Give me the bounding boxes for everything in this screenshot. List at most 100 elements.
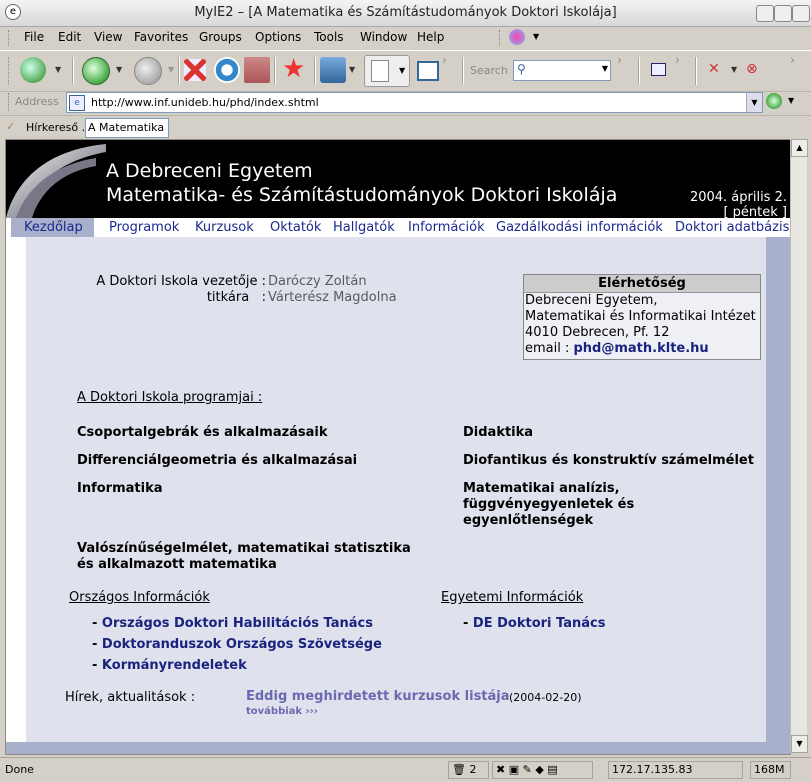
chevron-right-icon[interactable]: › <box>675 53 680 67</box>
link-kormanyrendeletek[interactable]: Kormányrendeletek <box>102 658 247 673</box>
menu-favorites[interactable]: Favorites <box>134 30 188 44</box>
menu-window[interactable]: Window <box>360 30 407 44</box>
program-diofantikus[interactable]: Diofantikus és konstruktív számelmélet <box>463 453 754 468</box>
link-doktoranduszok[interactable]: Doktoranduszok Országos Szövetsége <box>102 637 382 652</box>
close-tab-icon[interactable]: ✕ <box>708 61 720 77</box>
chevron-down-icon[interactable]: ▼ <box>602 64 608 73</box>
menu-edit[interactable]: Edit <box>58 30 81 44</box>
site-nav: Kezdőlap Programok Kurzusok Oktatók Hall… <box>6 218 790 237</box>
chevron-right-icon[interactable]: › <box>442 53 447 67</box>
nav-hallgatok[interactable]: Hallgatók <box>333 220 395 235</box>
chevron-down-icon[interactable]: ▼ <box>731 65 737 74</box>
main-toolbar: ▼ ▼ ▼ ★ ▼ ▼ › Search ⚲ ▼ › › ✕ ▼ ⊗ › <box>0 50 811 92</box>
search-input[interactable]: ⚲ ▼ <box>513 60 611 81</box>
chevron-down-icon[interactable]: ▼ <box>788 96 794 105</box>
national-links: - Országos Doktori Habilitációs Tanács -… <box>92 613 382 676</box>
menu-help[interactable]: Help <box>417 30 444 44</box>
menu-view[interactable]: View <box>94 30 122 44</box>
program-analizis-line2: függvényegyenletek és <box>463 497 635 512</box>
chevron-down-icon[interactable]: ▼ <box>746 93 762 112</box>
page-header: A Debreceni Egyetem Matematika- és Számí… <box>6 140 790 220</box>
font-size-icon[interactable] <box>320 57 346 83</box>
chevron-down-icon[interactable]: ▼ <box>55 65 61 74</box>
news-date: (2004-02-20) <box>509 691 582 704</box>
nav-informaciok[interactable]: Információk <box>408 220 485 235</box>
flower-icon[interactable] <box>509 29 525 45</box>
scroll-down-icon[interactable]: ▼ <box>791 735 808 753</box>
link-habilitacios[interactable]: Országos Doktori Habilitációs Tanács <box>102 616 373 631</box>
university-links: - DE Doktori Tanács <box>463 613 605 634</box>
refresh-icon[interactable] <box>214 57 240 83</box>
menu-file[interactable]: File <box>24 30 44 44</box>
new-tab-icon[interactable] <box>20 57 46 83</box>
contact-box: Elérhetőség Debreceni Egyetem, Matematik… <box>523 274 761 360</box>
page-side-strip <box>766 237 790 742</box>
scroll-up-icon[interactable]: ▲ <box>791 139 808 157</box>
program-csoportalgebrak[interactable]: Csoportalgebrák és alkalmazásaik <box>77 425 328 440</box>
header-date-text: 2004. április 2. <box>689 190 787 205</box>
contact-line2: Matematikai és Informatikai Intézet <box>525 309 756 324</box>
link-de-doktori-tanacs[interactable]: DE Doktori Tanács <box>473 616 606 631</box>
page-icon[interactable]: ▤ <box>547 763 557 776</box>
chevron-down-icon[interactable]: ▼ <box>116 65 122 74</box>
nav-kezdolap[interactable]: Kezdőlap <box>24 220 83 235</box>
trash-cell[interactable]: 🗑 2 <box>448 761 489 779</box>
new-window-icon[interactable] <box>417 61 439 81</box>
chevron-down-icon[interactable]: ▼ <box>533 32 539 41</box>
popup-icon[interactable] <box>651 63 666 76</box>
close-button[interactable] <box>792 5 810 22</box>
window-title: MyIE2 – [A Matematika és Számítástudomán… <box>194 5 617 20</box>
popup-block-icon[interactable]: ✖ <box>496 763 505 776</box>
vertical-scrollbar[interactable]: ▲ ▼ <box>790 139 808 753</box>
nav-oktatok[interactable]: Oktatók <box>270 220 321 235</box>
stop-icon[interactable] <box>184 59 206 81</box>
back-icon[interactable] <box>82 57 110 85</box>
contact-line1: Debreceni Egyetem, <box>525 293 658 308</box>
program-didaktika[interactable]: Didaktika <box>463 425 533 440</box>
favorites-star-icon[interactable]: ★ <box>282 55 305 83</box>
maximize-button[interactable] <box>774 5 792 22</box>
chevron-down-icon: ▼ <box>399 66 406 75</box>
memory-usage: 168M <box>750 761 791 779</box>
more-link[interactable]: továbbiak ››› <box>246 706 318 717</box>
trash-icon: 🗑 <box>452 763 466 776</box>
close-all-icon[interactable]: ⊗ <box>746 61 758 77</box>
tab-active[interactable]: A Matematika ... <box>85 118 169 152</box>
program-valoszinuseg[interactable]: Valószínűségelmélet, matematikai statisz… <box>77 541 411 573</box>
resize-grip[interactable] <box>792 761 805 777</box>
news-link[interactable]: Eddig meghirdetett kurzusok listája <box>246 689 510 704</box>
nav-doktori-adatbazis[interactable]: Doktori adatbázis <box>675 220 789 235</box>
contact-title: Elérhetőség <box>524 275 760 293</box>
chevron-down-icon[interactable]: ▼ <box>349 65 355 74</box>
menu-options[interactable]: Options <box>255 30 301 44</box>
program-analizis[interactable]: Matematikai analízis, függvényegyenletek… <box>463 481 634 529</box>
chevron-right-icon[interactable]: › <box>617 53 622 67</box>
go-icon[interactable] <box>766 93 782 109</box>
script-icon[interactable]: ✎ <box>523 763 532 776</box>
chevron-right-icon[interactable]: › <box>790 53 795 67</box>
email-link[interactable]: phd@math.klte.hu <box>574 341 709 356</box>
activex-icon[interactable]: ◆ <box>535 763 543 776</box>
program-informatika[interactable]: Informatika <box>77 481 163 496</box>
page-button[interactable]: ▼ <box>364 55 410 87</box>
nav-kurzusok[interactable]: Kurzusok <box>195 220 254 235</box>
head-name: Daróczy Zoltán <box>268 274 367 289</box>
contact-line3: 4010 Debrecen, Pf. 12 <box>525 325 670 340</box>
image-icon[interactable]: ▣ <box>509 763 519 776</box>
national-info-heading: Országos Információk <box>69 590 210 605</box>
page-bottom-strip <box>6 742 790 754</box>
tab-hirkereso[interactable]: Hírkereső ... <box>26 121 92 134</box>
chevron-down-icon[interactable]: ▼ <box>168 65 174 74</box>
secretary-name: Várterész Magdolna <box>268 290 397 305</box>
address-input[interactable]: e http://www.inf.unideb.hu/phd/index.sht… <box>66 92 763 113</box>
menu-tools[interactable]: Tools <box>314 30 344 44</box>
menu-groups[interactable]: Groups <box>199 30 242 44</box>
forward-icon[interactable] <box>134 57 162 85</box>
home-icon[interactable] <box>244 57 270 83</box>
nav-programok[interactable]: Programok <box>109 220 179 235</box>
head-label: A Doktori Iskola vezetője : <box>96 274 266 289</box>
email-label: email : <box>525 341 574 356</box>
nav-gazdalkodasi[interactable]: Gazdálkodási információk <box>496 220 663 235</box>
minimize-button[interactable] <box>756 5 774 22</box>
program-differencialgeometria[interactable]: Differenciálgeometria és alkalmazásai <box>77 453 357 468</box>
